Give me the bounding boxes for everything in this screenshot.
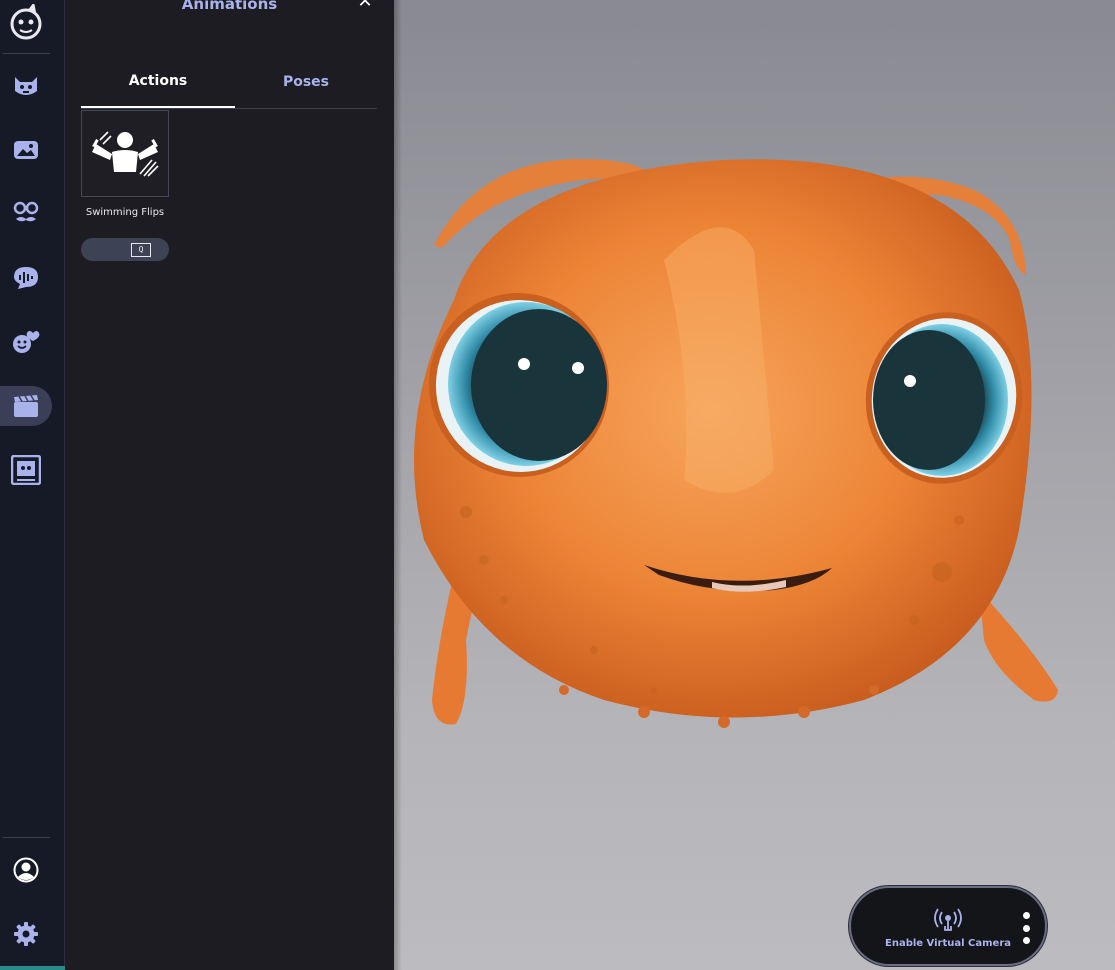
account-icon[interactable]: [0, 850, 52, 890]
background-image-icon[interactable]: [0, 130, 52, 170]
virtual-camera-control: Enable Virtual Camera: [849, 886, 1047, 966]
animation-name: Swimming Flips: [85, 207, 165, 218]
close-icon[interactable]: ✕: [355, 0, 375, 12]
accessories-icon[interactable]: [0, 193, 52, 233]
settings-icon[interactable]: [0, 914, 52, 954]
avatar-model: [414, 159, 1058, 728]
avatar-face-icon[interactable]: [0, 66, 52, 106]
voice-icon[interactable]: [0, 258, 52, 298]
tab-actions[interactable]: Actions: [81, 55, 235, 108]
broadcast-icon: [934, 908, 962, 931]
animations-icon[interactable]: [0, 386, 52, 426]
hotkey-key: Q: [131, 242, 151, 257]
emotes-icon[interactable]: [0, 322, 52, 362]
icon-rail: [0, 0, 65, 970]
right-fin: [979, 590, 1058, 702]
app-logo-icon[interactable]: [0, 2, 52, 42]
hotkey-badge[interactable]: Q: [81, 238, 169, 261]
swimming-flips-icon: [92, 130, 159, 177]
enable-virtual-camera-button[interactable]: Enable Virtual Camera: [875, 902, 1021, 954]
right-pupil: [873, 330, 985, 470]
rail-divider: [3, 53, 50, 54]
tab-poses[interactable]: Poses: [235, 55, 377, 109]
tab-bar: Actions Poses: [81, 55, 377, 109]
more-options-icon[interactable]: [1019, 912, 1033, 944]
animations-panel: Animations ✕ Actions Poses Swimming Flip…: [65, 0, 394, 970]
rail-divider: [3, 837, 50, 838]
overlay-icon[interactable]: [0, 450, 52, 490]
rail-bottom-accent: [0, 966, 65, 970]
panel-title: Animations: [181, 0, 278, 13]
left-pupil: [471, 309, 607, 461]
virtual-camera-label: Enable Virtual Camera: [885, 937, 1011, 949]
animation-card-swimming-flips[interactable]: [81, 110, 169, 197]
avatar-viewport[interactable]: Enable Virtual Camera: [394, 0, 1115, 970]
